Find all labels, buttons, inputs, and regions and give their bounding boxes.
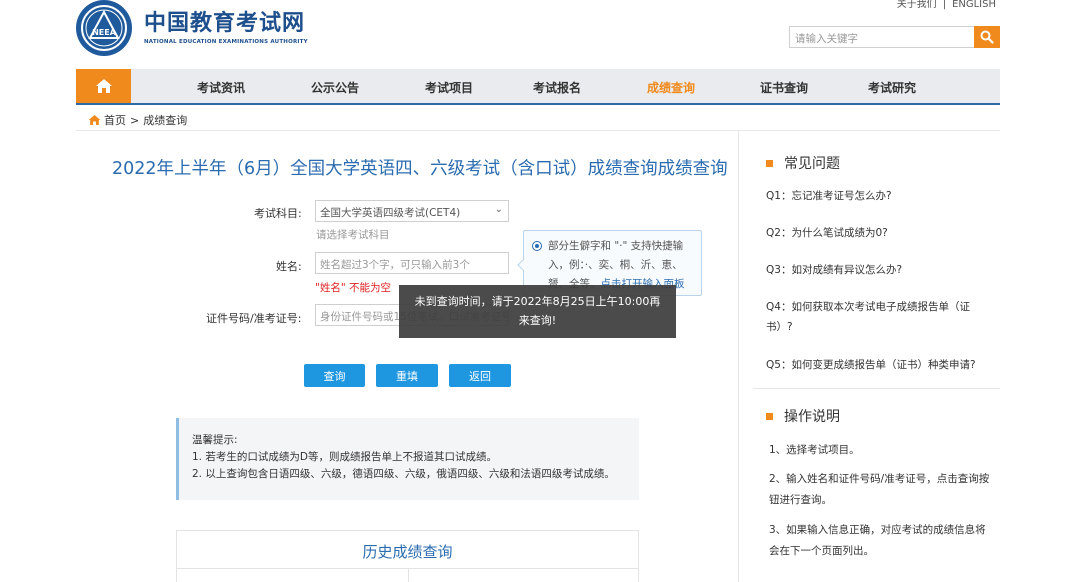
name-input[interactable]: 姓名超过3个字，可只输入前3个 bbox=[315, 252, 509, 274]
nav-item-announcements[interactable]: 公示公告 bbox=[311, 79, 359, 96]
site-name: 中国教育考试网 bbox=[144, 11, 306, 36]
ops-step-2-line-2: 钮进行查询。 bbox=[769, 494, 832, 506]
ops-title: 操作说明 bbox=[784, 409, 840, 425]
faq-heading: 常见问题 bbox=[766, 153, 840, 173]
about-link[interactable]: 关于我们 bbox=[897, 0, 937, 10]
reset-button[interactable]: 重填 bbox=[376, 364, 438, 387]
ops-step-2-line-1: 2、输入姓名和证件号码/准考证号，点击查询按 bbox=[769, 473, 990, 485]
breadcrumb-divider bbox=[76, 130, 1000, 131]
query-time-toast: 未到查询时间，请于2022年8月25日上午10:00再 来查询! bbox=[399, 285, 676, 338]
nav-item-certificate-query[interactable]: 证书查询 bbox=[760, 79, 808, 96]
bullet-square-icon bbox=[766, 412, 773, 420]
notice-box: 温馨提示: 1. 若考生的口试成绩为D等，则成绩报告单上不报道其口试成绩。 2.… bbox=[176, 418, 639, 500]
breadcrumb-home[interactable]: 首页 bbox=[104, 112, 126, 128]
ops-step-2: 2、输入姓名和证件号码/准考证号，点击查询按 钮进行查询。 bbox=[769, 469, 989, 511]
search-button[interactable] bbox=[974, 26, 1000, 48]
history-col-divider bbox=[408, 568, 409, 582]
breadcrumb: 首页 > 成绩查询 bbox=[88, 112, 187, 128]
faq-item-4-line-1: Q4：如何获取本次考试电子成绩报告单（证 bbox=[766, 301, 970, 313]
ops-step-3: 3、如果输入信息正确，对应考试的成绩信息将 会在下一个页面列出。 bbox=[769, 520, 986, 562]
chevron-down-icon: ⌄ bbox=[494, 204, 503, 215]
subject-select[interactable]: 全国大学英语四级考试(CET4) ⌄ bbox=[315, 200, 509, 222]
toast-line-2: 来查询! bbox=[518, 314, 557, 327]
neea-logo-icon: NEEA bbox=[76, 0, 132, 56]
name-error-message: "姓名" 不能为空 bbox=[315, 282, 391, 294]
toast-line-1: 未到查询时间，请于2022年8月25日上午10:00再 bbox=[414, 295, 661, 308]
nav-item-exam-research[interactable]: 考试研究 bbox=[868, 79, 916, 96]
ops-step-1: 1、选择考试项目。 bbox=[769, 444, 860, 456]
notice-line-1: 1. 若考生的口试成绩为D等，则成绩报告单上不报道其口试成绩。 bbox=[192, 451, 497, 463]
id-label: 证件号码/准考证号: bbox=[206, 312, 302, 325]
breadcrumb-current: 成绩查询 bbox=[143, 114, 188, 127]
search-input[interactable]: 请输入关键字 bbox=[789, 26, 975, 48]
nav-item-exam-programs[interactable]: 考试项目 bbox=[425, 79, 473, 96]
tip-line-1: 部分生僻字和 "·" 支持快捷输 bbox=[548, 240, 684, 252]
logo-mark-text: NEEA bbox=[92, 28, 117, 37]
site-logo[interactable]: NEEA 中国教育考试网 NATIONAL EDUCATION EXAMINAT… bbox=[76, 0, 308, 56]
nav-item-exam-news[interactable]: 考试资讯 bbox=[197, 79, 245, 96]
faq-item-3[interactable]: Q3：如对成绩有异议怎么办? bbox=[766, 260, 902, 280]
english-link[interactable]: ENGLISH bbox=[952, 0, 996, 10]
faq-item-5[interactable]: Q5：如何变更成绩报告单（证书）种类申请? bbox=[766, 355, 976, 375]
name-label: 姓名: bbox=[276, 260, 302, 273]
tip-arrow bbox=[517, 259, 529, 271]
tip-line-2: 入，例：·、奕、桐、沂、恵、 bbox=[548, 259, 683, 271]
query-button[interactable]: 查询 bbox=[304, 364, 365, 387]
faq-item-4-line-2: 书）? bbox=[766, 321, 793, 333]
nav-home-button[interactable] bbox=[76, 69, 131, 103]
nav-item-registration[interactable]: 考试报名 bbox=[533, 79, 581, 96]
ops-heading: 操作说明 bbox=[766, 406, 840, 426]
home-icon bbox=[88, 114, 101, 126]
subject-hint: 请选择考试科目 bbox=[316, 229, 390, 241]
page-title: 2022年上半年（6月）全国大学英语四、六级考试（含口试）成绩查询成绩查询 bbox=[112, 159, 728, 179]
site-name-en: NATIONAL EDUCATION EXAMINATIONS AUTHORIT… bbox=[144, 39, 308, 45]
bullet-square-icon bbox=[766, 159, 773, 167]
top-links-separator: | bbox=[942, 0, 947, 10]
breadcrumb-separator: > bbox=[130, 113, 140, 127]
sidebar-divider bbox=[753, 388, 1000, 389]
ops-step-3-line-1: 3、如果输入信息正确，对应考试的成绩信息将 bbox=[769, 524, 986, 536]
faq-item-4[interactable]: Q4：如何获取本次考试电子成绩报告单（证 书）? bbox=[766, 297, 970, 337]
tip-radio-icon bbox=[532, 241, 542, 251]
column-divider bbox=[738, 131, 739, 582]
faq-title: 常见问题 bbox=[784, 156, 840, 172]
faq-item-2[interactable]: Q2：为什么笔试成绩为0? bbox=[766, 223, 888, 243]
faq-item-1[interactable]: Q1：忘记准考证号怎么办? bbox=[766, 186, 892, 206]
subject-select-value: 全国大学英语四级考试(CET4) bbox=[320, 207, 461, 219]
history-query-panel: 历史成绩查询 bbox=[176, 530, 639, 582]
notice-line-2: 2. 以上查询包含日语四级、六级，德语四级、六级，俄语四级、六级和法语四级考试成… bbox=[192, 468, 615, 480]
top-links: 关于我们 | ENGLISH bbox=[894, 0, 999, 10]
search-icon bbox=[980, 30, 994, 44]
notice-title: 温馨提示: bbox=[192, 434, 238, 446]
home-icon bbox=[95, 79, 112, 93]
history-title: 历史成绩查询 bbox=[362, 543, 453, 561]
ops-step-3-line-2: 会在下一个页面列出。 bbox=[769, 545, 874, 557]
subject-label: 考试科目: bbox=[254, 207, 302, 220]
nav-item-score-query[interactable]: 成绩查询 bbox=[647, 79, 695, 96]
back-button[interactable]: 返回 bbox=[449, 364, 511, 387]
